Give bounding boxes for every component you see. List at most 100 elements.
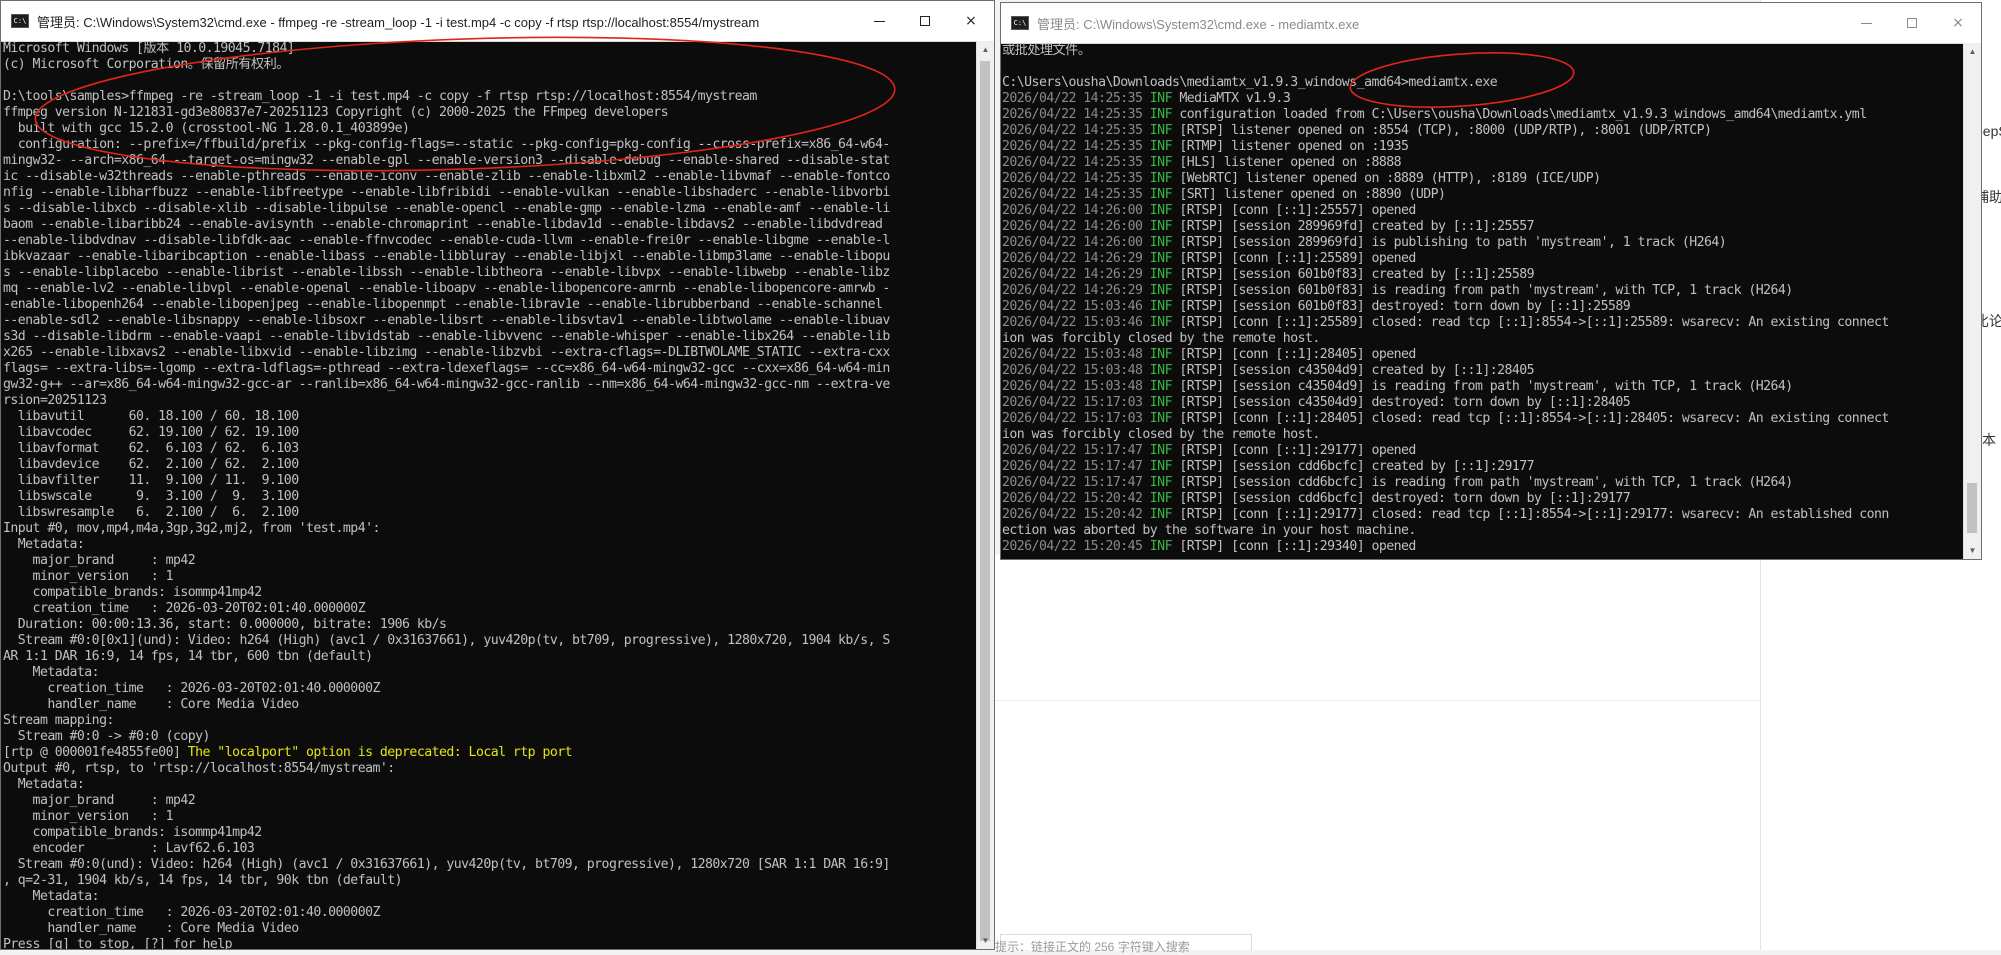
- scroll-down-icon[interactable]: ▼: [977, 932, 994, 949]
- log-message: [RTSP] [session 601b0f83] is reading fro…: [1179, 283, 1793, 298]
- log-message: ion was forcibly closed by the remote ho…: [1002, 427, 1320, 442]
- console-line: libavformat 62. 6.103 / 62. 6.103: [3, 441, 299, 456]
- log-line: 2026/04/22 15:17:47 INF [RTSP] [conn [::…: [1002, 443, 1963, 459]
- background-fragment: 本: [1982, 432, 1996, 448]
- console-line: major_brand : mp42: [3, 793, 196, 808]
- console-line: Metadata:: [3, 665, 100, 680]
- log-line: ion was forcibly closed by the remote ho…: [1002, 427, 1963, 443]
- minimize-button[interactable]: [856, 1, 902, 41]
- log-message: [HLS] listener opened on :8888: [1179, 155, 1402, 170]
- log-message: [RTSP] [session cdd6bcfc] destroyed: tor…: [1179, 491, 1631, 506]
- mediamtx-console-output[interactable]: 或批处理文件。 C:\Users\ousha\Downloads\mediamt…: [1002, 43, 1963, 559]
- log-level: INF: [1149, 539, 1180, 554]
- log-timestamp: 2026/04/22 14:25:35: [1002, 107, 1150, 122]
- minimize-button[interactable]: [1843, 3, 1889, 43]
- console-line: s --enable-libplacebo --enable-librist -…: [3, 265, 890, 280]
- close-button[interactable]: ×: [948, 1, 994, 41]
- console-line: 或批处理文件。: [1002, 43, 1091, 58]
- log-line: 2026/04/22 14:26:29 INF [RTSP] [session …: [1002, 267, 1963, 283]
- log-line: 2026/04/22 15:20:42 INF [RTSP] [conn [::…: [1002, 507, 1963, 523]
- log-line: 2026/04/22 15:03:46 INF [RTSP] [conn [::…: [1002, 315, 1963, 331]
- mediamtx-window-title: 管理员: C:\Windows\System32\cmd.exe - media…: [1037, 16, 1360, 32]
- log-level: INF: [1149, 283, 1180, 298]
- log-timestamp: 2026/04/22 15:17:47: [1002, 443, 1150, 458]
- ffmpeg-scrollbar[interactable]: ▲ ▼: [976, 41, 994, 949]
- console-line: x265 --enable-libxavs2 --enable-libxvid …: [3, 345, 890, 360]
- console-line: Stream mapping:: [3, 713, 114, 728]
- ffmpeg-window-title: 管理员: C:\Windows\System32\cmd.exe - ffmpe…: [37, 14, 760, 30]
- console-line: mingw32- --arch=x86_64 --target-os=mingw…: [3, 153, 890, 168]
- scrollbar-thumb[interactable]: [1967, 483, 1977, 533]
- log-timestamp: 2026/04/22 15:17:03: [1002, 411, 1150, 426]
- scroll-up-icon[interactable]: ▲: [977, 41, 994, 58]
- console-line: gw32-g++ --ar=x86_64-w64-mingw32-gcc-ar …: [3, 377, 890, 392]
- mediamtx-scrollbar[interactable]: ▲ ▼: [1963, 43, 1981, 559]
- scrollbar-thumb[interactable]: [980, 61, 990, 941]
- console-line: rsion=20251123: [3, 393, 107, 408]
- log-level: INF: [1149, 475, 1180, 490]
- log-timestamp: 2026/04/22 15:03:48: [1002, 379, 1150, 394]
- log-timestamp: 2026/04/22 15:17:47: [1002, 459, 1150, 474]
- log-level: INF: [1149, 267, 1180, 282]
- log-level: INF: [1149, 235, 1180, 250]
- console-line: flags= --extra-libs=-lgomp --extra-ldfla…: [3, 361, 890, 376]
- console-line: mq --enable-lv2 --enable-libvpl --enable…: [3, 281, 890, 296]
- console-line: Stream #0:0 -> #0:0 (copy): [3, 729, 211, 744]
- console-line: ffmpeg version N-121831-gd3e80837e7-2025…: [3, 105, 669, 120]
- console-line: Press [q] to stop, [?] for help: [3, 937, 233, 949]
- log-message: [RTSP] [session 289969fd] is publishing …: [1179, 235, 1727, 250]
- background-divider: [995, 700, 1760, 701]
- maximize-button[interactable]: [1889, 3, 1935, 43]
- log-timestamp: 2026/04/22 15:20:42: [1002, 491, 1150, 506]
- console-line: D:\tools\samples>ffmpeg -re -stream_loop…: [3, 89, 757, 104]
- maximize-button[interactable]: [902, 1, 948, 41]
- log-line: 2026/04/22 14:26:29 INF [RTSP] [session …: [1002, 283, 1963, 299]
- log-line: 2026/04/22 14:25:35 INF [RTMP] listener …: [1002, 139, 1963, 155]
- log-timestamp: 2026/04/22 14:25:35: [1002, 155, 1150, 170]
- scroll-down-icon[interactable]: ▼: [1964, 542, 1981, 559]
- log-line: 2026/04/22 14:25:35 INF configuration lo…: [1002, 107, 1963, 123]
- console-line: s --disable-libxcb --disable-xlib --disa…: [3, 201, 890, 216]
- log-message: [RTSP] [session c43504d9] is reading fro…: [1179, 379, 1793, 394]
- log-message: [RTSP] [conn [::1]:25589] closed: read t…: [1179, 315, 1889, 330]
- log-timestamp: 2026/04/22 14:25:35: [1002, 139, 1150, 154]
- cmd-icon: C:\: [1011, 16, 1029, 30]
- log-timestamp: 2026/04/22 15:17:47: [1002, 475, 1150, 490]
- log-timestamp: 2026/04/22 15:03:48: [1002, 363, 1150, 378]
- log-message: [RTSP] [session 601b0f83] created by [::…: [1179, 267, 1535, 282]
- log-line: 2026/04/22 15:20:42 INF [RTSP] [session …: [1002, 491, 1963, 507]
- ffmpeg-console-output[interactable]: Microsoft Windows [版本 10.0.19045.7184] (c…: [3, 41, 976, 949]
- console-line: compatible_brands: isommp41mp42: [3, 585, 263, 600]
- log-level: INF: [1149, 347, 1180, 362]
- log-line: 2026/04/22 15:03:48 INF [RTSP] [session …: [1002, 363, 1963, 379]
- log-line: 2026/04/22 14:25:35 INF [RTSP] listener …: [1002, 123, 1963, 139]
- console-line: baom --enable-libaribb24 --enable-avisyn…: [3, 217, 883, 232]
- console-line: Output #0, rtsp, to 'rtsp://localhost:85…: [3, 761, 395, 776]
- log-level: INF: [1149, 395, 1180, 410]
- log-level: INF: [1149, 459, 1180, 474]
- log-timestamp: 2026/04/22 14:26:00: [1002, 219, 1150, 234]
- log-level: INF: [1149, 491, 1180, 506]
- ffmpeg-console-window[interactable]: C:\ 管理员: C:\Windows\System32\cmd.exe - f…: [0, 0, 995, 950]
- log-line: 2026/04/22 15:17:03 INF [RTSP] [session …: [1002, 395, 1963, 411]
- log-line: ection was aborted by the software in yo…: [1002, 523, 1963, 539]
- mediamtx-title-bar[interactable]: C:\ 管理员: C:\Windows\System32\cmd.exe - m…: [1001, 3, 1981, 44]
- console-line: Duration: 00:00:13.36, start: 0.000000, …: [3, 617, 447, 632]
- log-line: 2026/04/22 14:26:00 INF [RTSP] [session …: [1002, 219, 1963, 235]
- log-message: [RTSP] [conn [::1]:29177] closed: read t…: [1179, 507, 1889, 522]
- console-line: creation_time : 2026-03-20T02:01:40.0000…: [3, 681, 380, 696]
- close-button[interactable]: ×: [1935, 3, 1981, 43]
- log-timestamp: 2026/04/22 14:25:35: [1002, 171, 1150, 186]
- console-line: configuration: --prefix=/ffbuild/prefix …: [3, 137, 891, 152]
- log-level: INF: [1149, 123, 1180, 138]
- log-timestamp: 2026/04/22 15:03:46: [1002, 315, 1150, 330]
- console-line: Microsoft Windows [版本 10.0.19045.7184]: [3, 41, 295, 56]
- log-level: INF: [1149, 379, 1180, 394]
- console-line: , q=2-31, 1904 kb/s, 14 fps, 14 tbr, 90k…: [3, 873, 403, 888]
- ffmpeg-title-bar[interactable]: C:\ 管理员: C:\Windows\System32\cmd.exe - f…: [1, 1, 994, 42]
- scroll-up-icon[interactable]: ▲: [1964, 43, 1981, 60]
- log-level: INF: [1149, 155, 1180, 170]
- mediamtx-console-window[interactable]: C:\ 管理员: C:\Windows\System32\cmd.exe - m…: [1000, 2, 1982, 560]
- log-message: ection was aborted by the software in yo…: [1002, 523, 1416, 538]
